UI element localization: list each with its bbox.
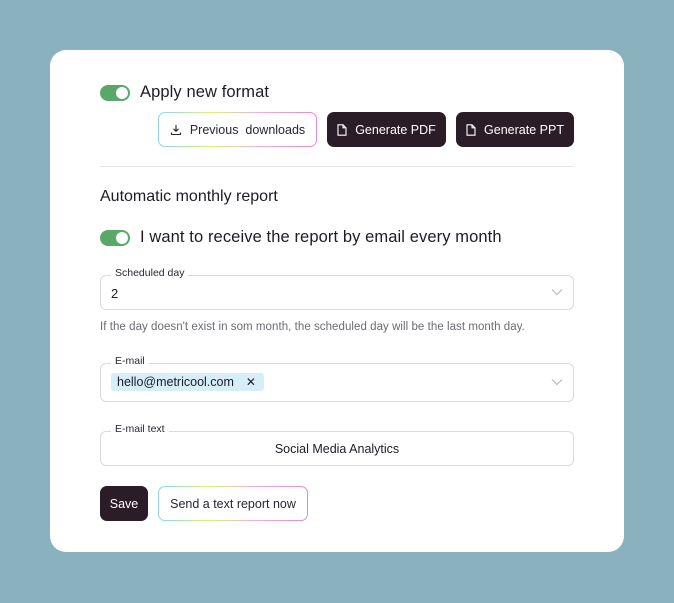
save-button[interactable]: Save — [100, 486, 148, 521]
generate-ppt-button[interactable]: Generate PPT — [456, 112, 574, 147]
toggle-knob — [116, 231, 128, 244]
monthly-report-title: Automatic monthly report — [100, 188, 278, 205]
email-text-field[interactable]: E-mail text Social Media Analytics — [100, 423, 574, 466]
send-report-now-button[interactable]: Send a text report now — [158, 486, 308, 521]
scheduled-day-select[interactable]: Scheduled day 2 — [100, 267, 574, 310]
generate-ppt-label: Generate PPT — [484, 122, 564, 137]
email-select[interactable]: E-mail hello@metricool.com ✕ — [100, 355, 574, 402]
email-text-value: Social Media Analytics — [274, 442, 400, 456]
save-label: Save — [109, 496, 139, 511]
previous-downloads-button[interactable]: Previous downloads — [158, 112, 317, 147]
close-icon[interactable]: ✕ — [246, 375, 256, 389]
email-text-legend: E-mail text — [111, 423, 169, 435]
chevron-down-icon — [551, 379, 563, 386]
download-icon — [170, 124, 181, 135]
generate-pdf-button[interactable]: Generate PDF — [327, 112, 446, 147]
send-report-now-label: Send a text report now — [170, 496, 296, 511]
file-icon — [337, 123, 347, 136]
file-icon — [466, 123, 476, 136]
apply-format-toggle[interactable] — [100, 84, 130, 101]
toggle-knob — [116, 86, 128, 99]
email-chip: hello@metricool.com ✕ — [111, 373, 264, 391]
chevron-down-icon — [551, 289, 563, 296]
section-divider — [100, 166, 574, 167]
report-settings-card: Apply new format Previous downloads Gene… — [50, 50, 624, 552]
apply-format-row: Apply new format — [100, 83, 269, 102]
previous-downloads-label: Previous downloads — [189, 122, 306, 137]
scheduled-day-value: 2 — [111, 286, 119, 301]
email-monthly-row: I want to receive the report by email ev… — [100, 228, 502, 247]
generate-pdf-label: Generate PDF — [355, 122, 436, 137]
scheduled-day-helper: If the day doesn't exist in som month, t… — [100, 321, 525, 333]
email-chip-label: hello@metricool.com — [117, 375, 234, 389]
scheduled-day-legend: Scheduled day — [111, 267, 189, 279]
email-monthly-label: I want to receive the report by email ev… — [140, 228, 502, 246]
email-legend: E-mail — [111, 355, 149, 367]
email-monthly-toggle[interactable] — [100, 229, 130, 246]
apply-format-label: Apply new format — [140, 83, 270, 101]
